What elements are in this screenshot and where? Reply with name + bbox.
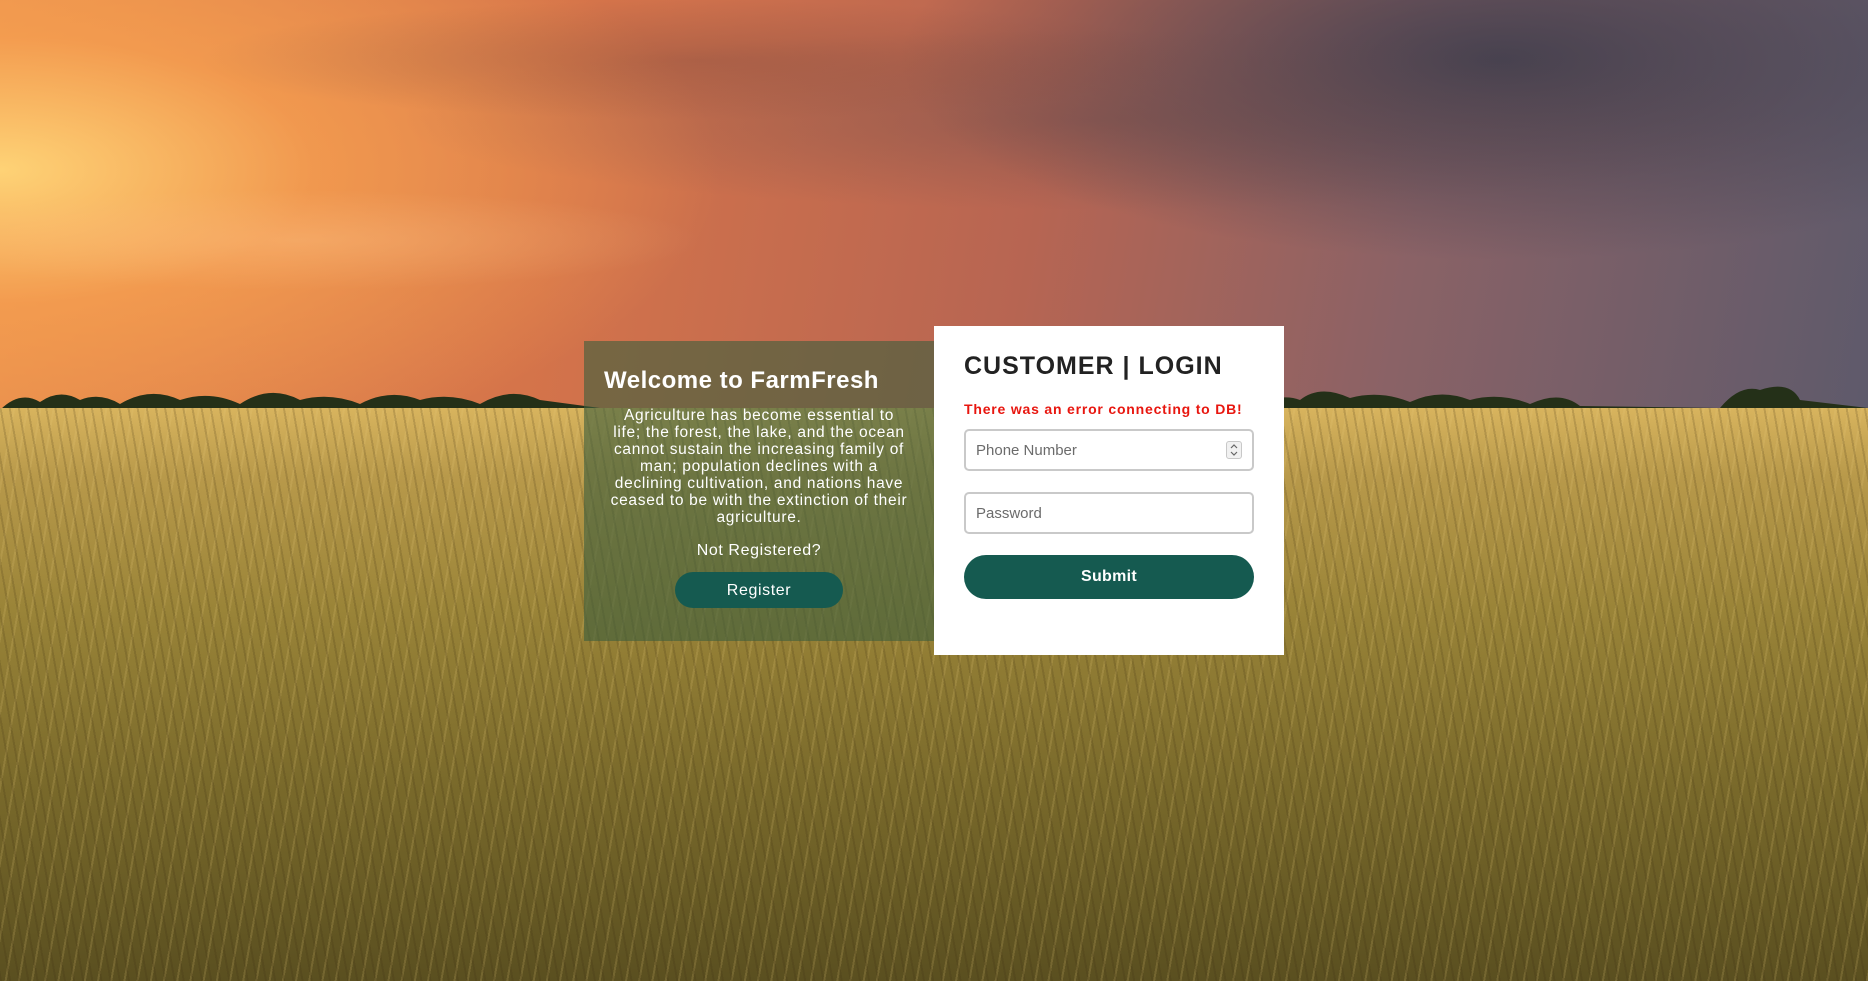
password-field-container (964, 492, 1254, 534)
number-spinner-icon[interactable] (1226, 441, 1242, 459)
background-scene: Welcome to FarmFresh Agriculture has bec… (0, 0, 1868, 981)
error-message: There was an error connecting to DB! (964, 401, 1243, 417)
phone-number-input[interactable] (966, 431, 1252, 469)
up-down-chevron-icon (1230, 444, 1238, 456)
login-title: CUSTOMER | LOGIN (964, 352, 1223, 380)
password-input[interactable] (966, 494, 1252, 532)
welcome-panel: Welcome to FarmFresh Agriculture has bec… (584, 341, 934, 641)
login-card: CUSTOMER | LOGIN There was an error conn… (934, 326, 1284, 655)
submit-button[interactable]: Submit (964, 555, 1254, 599)
not-registered-text: Not Registered? (696, 542, 822, 559)
register-button[interactable]: Register (675, 572, 843, 608)
welcome-title: Welcome to FarmFresh (604, 367, 879, 394)
welcome-description: Agriculture has become essential to life… (610, 407, 908, 526)
phone-field-container (964, 429, 1254, 471)
